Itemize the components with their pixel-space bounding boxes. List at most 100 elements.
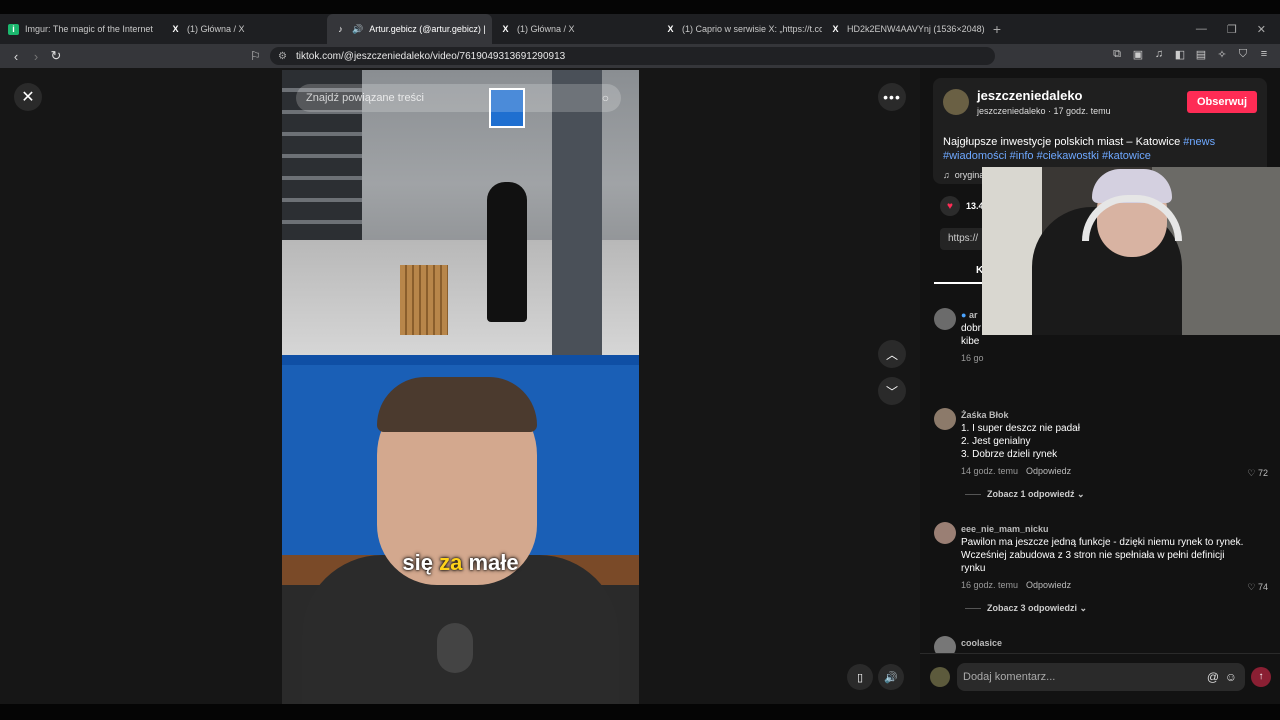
chevron-up-icon: ︿ xyxy=(885,347,898,362)
video-frame[interactable]: Znajdź powiązane treści ○ się za małe xyxy=(282,70,639,704)
new-tab-button[interactable]: + xyxy=(987,21,1007,37)
hashtag-link[interactable]: #news xyxy=(1183,136,1215,148)
comment-like-button[interactable]: ♡ 74 xyxy=(1247,582,1268,593)
pedestrian xyxy=(487,182,527,322)
volume-icon: 🔊 xyxy=(884,671,898,684)
video-caption: się za małe xyxy=(282,550,639,576)
related-search-input[interactable]: Znajdź powiązane treści ○ xyxy=(296,84,621,112)
mention-icon[interactable]: @ xyxy=(1207,663,1219,691)
wooden-bench xyxy=(400,265,448,335)
reply-button[interactable]: Odpowiedz xyxy=(1026,466,1071,476)
ellipsis-icon: ••• xyxy=(883,89,901,105)
caption-highlight: za xyxy=(439,550,463,575)
next-video-button[interactable]: ﹀ xyxy=(878,377,906,405)
search-icon[interactable]: ○ xyxy=(602,84,609,112)
heart-outline-icon: ♡ xyxy=(1247,468,1256,478)
chevron-down-icon: ﹀ xyxy=(885,384,898,399)
comment-like-count: 74 xyxy=(1257,582,1268,592)
tab-label: Imgur: The magic of the Internet xyxy=(25,24,153,34)
webcam-overlay xyxy=(982,167,1280,335)
pip-button[interactable]: ▯ xyxy=(847,664,873,690)
x-icon: X xyxy=(667,24,674,34)
imgur-icon: i xyxy=(8,23,19,35)
view-replies-button[interactable]: Zobacz 3 odpowiedzi ⌄ xyxy=(965,603,1087,614)
hashtag-link[interactable]: #wiadomości xyxy=(943,150,1007,162)
speaker-icon: 🔊 xyxy=(352,23,364,34)
puzzle-icon[interactable]: ⧉ xyxy=(1111,48,1123,61)
comment-username[interactable]: coolasice xyxy=(961,638,1002,648)
tab-caprio[interactable]: X (1) Caprio w serwisie X: „https://t.co… xyxy=(657,14,822,44)
tab-image[interactable]: X HD2k2ENW4AAVYnj (1536×2048) xyxy=(822,14,987,44)
hashtag-link[interactable]: #ciekawostki xyxy=(1037,150,1099,162)
hashtag-link[interactable]: #info xyxy=(1010,150,1034,162)
speaker-hair xyxy=(377,377,537,432)
comment-time: 16 godz. temu xyxy=(961,580,1019,590)
comment-time: 14 godz. temu xyxy=(961,466,1019,476)
avatar[interactable] xyxy=(934,308,956,330)
verified-icon: ● xyxy=(961,310,967,320)
avatar xyxy=(930,667,950,687)
x-icon: X xyxy=(832,24,839,34)
tab-tiktok[interactable]: ♪ 🔊 Artur.gebicz (@artur.gebicz) | ✕ xyxy=(327,14,492,44)
tab-x-home[interactable]: X (1) Główna / X xyxy=(162,14,327,44)
video-player-area: ✕ ••• Znajdź powiązane treści ○ się za m… xyxy=(0,68,920,704)
comment-text: 1. I super deszcz nie padał 2. Jest geni… xyxy=(961,423,1080,460)
music-icon[interactable]: ♫ xyxy=(1153,48,1165,61)
window-close-icon[interactable]: ✕ xyxy=(1257,23,1266,36)
volume-button[interactable]: 🔊 xyxy=(878,664,904,690)
view-replies-button[interactable]: Zobacz 1 odpowiedź ⌄ xyxy=(965,489,1085,500)
maximize-icon[interactable]: ❐ xyxy=(1227,23,1237,36)
hashtag-link[interactable]: #katowice xyxy=(1102,150,1151,162)
tab-strip: i Imgur: The magic of the Internet X (1)… xyxy=(0,14,1280,44)
comment-username[interactable]: Żaśka Błok xyxy=(961,410,1009,420)
video-speaker-scene xyxy=(282,355,639,704)
tiktok-icon: ♪ xyxy=(338,24,343,34)
author-meta: jeszczeniedaleko · 17 godz. temu xyxy=(977,106,1111,116)
comment-username[interactable]: eee_nie_mam_nicku xyxy=(961,524,1049,534)
ai-icon[interactable]: ✧ xyxy=(1216,48,1228,61)
post-comment-button[interactable]: ↑ xyxy=(1251,667,1271,687)
wallet-icon[interactable]: ▤ xyxy=(1195,48,1207,61)
tab-label: HD2k2ENW4AAVYnj (1536×2048) xyxy=(847,24,985,34)
minimize-icon[interactable]: — xyxy=(1196,23,1207,35)
tab-label: Artur.gebicz (@artur.gebicz) | xyxy=(369,24,486,34)
reload-icon[interactable]: ↻ xyxy=(46,48,66,64)
close-video-button[interactable]: ✕ xyxy=(14,83,42,111)
comment-username[interactable]: ● ar xyxy=(961,310,977,320)
avatar[interactable] xyxy=(934,522,956,544)
tab-x-home-2[interactable]: X (1) Główna / X xyxy=(492,14,657,44)
arrow-up-icon: ↑ xyxy=(1258,671,1264,682)
back-icon[interactable]: ‹ xyxy=(6,49,26,64)
avatar[interactable] xyxy=(934,408,956,430)
bookmark-icon[interactable]: ⚐ xyxy=(250,49,261,63)
comment-meta: 14 godz. temu Odpowiedz xyxy=(961,466,1071,476)
comment-meta: 16 go xyxy=(961,353,984,363)
comment-input-bar: Dodaj komentarz... @ ☺ ↑ xyxy=(920,653,1280,704)
forward-icon[interactable]: › xyxy=(26,49,46,64)
comment-like-button[interactable]: ♡ 72 xyxy=(1247,468,1268,479)
os-top-bar xyxy=(0,0,1280,14)
reply-button[interactable]: Odpowiedz xyxy=(1026,580,1071,590)
url-field[interactable]: ⚙ tiktok.com/@jeszczeniedaleko/video/761… xyxy=(270,47,995,65)
follow-button[interactable]: Obserwuj xyxy=(1187,91,1257,113)
microphone xyxy=(437,623,473,673)
more-options-button[interactable]: ••• xyxy=(878,83,906,111)
previous-video-button[interactable]: ︿ xyxy=(878,340,906,368)
menu-icon[interactable]: ≡ xyxy=(1258,48,1270,61)
shield-icon[interactable]: ⛉ xyxy=(1237,48,1249,61)
sidebar-icon[interactable]: ▣ xyxy=(1132,48,1144,61)
author-username[interactable]: jeszczeniedaleko xyxy=(977,88,1083,103)
caption-text: małe xyxy=(462,550,519,575)
window-controls: — ❐ ✕ xyxy=(1196,14,1280,44)
x-icon: X xyxy=(172,24,179,34)
emoji-icon[interactable]: ☺ xyxy=(1225,663,1237,691)
description-text: Najgłupsze inwestycje polskich miast – K… xyxy=(943,136,1184,148)
panel-icon[interactable]: ◧ xyxy=(1174,48,1186,61)
comment-input[interactable]: Dodaj komentarz... @ ☺ xyxy=(957,663,1245,691)
site-info-icon[interactable]: ⚙ xyxy=(278,51,287,62)
post-description: Najgłupsze inwestycje polskich miast – K… xyxy=(943,135,1257,163)
close-icon: ✕ xyxy=(21,89,35,106)
heart-icon: ♥ xyxy=(940,196,960,216)
avatar[interactable] xyxy=(943,89,969,115)
tab-imgur[interactable]: i Imgur: The magic of the Internet xyxy=(0,14,162,44)
